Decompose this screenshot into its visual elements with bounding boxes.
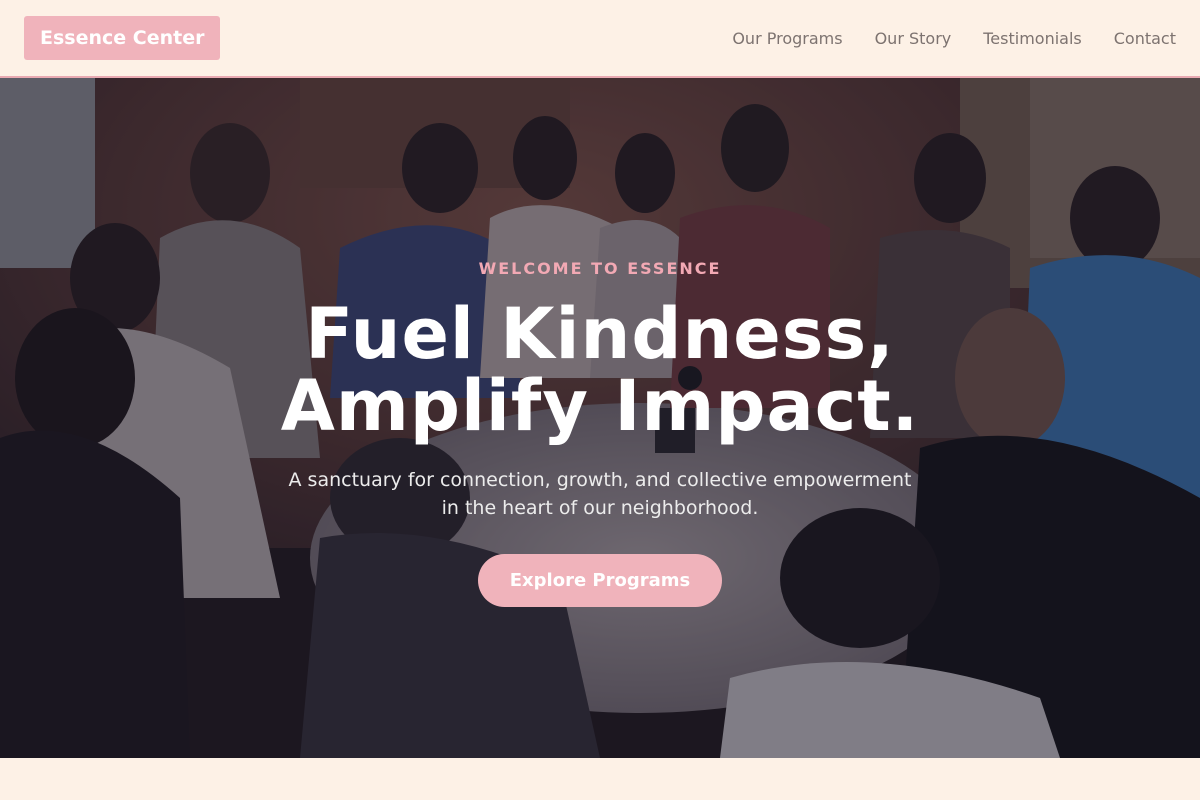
explore-programs-button[interactable]: Explore Programs <box>478 554 722 607</box>
nav-links: Our Programs Our Story Testimonials Cont… <box>732 29 1176 48</box>
nav-link-our-story[interactable]: Our Story <box>875 29 952 48</box>
hero-content: WELCOME TO ESSENCE Fuel Kindness, Amplif… <box>0 78 1200 758</box>
top-navbar: Essence Center Our Programs Our Story Te… <box>0 0 1200 78</box>
brand-logo-button[interactable]: Essence Center <box>24 16 221 60</box>
below-hero-section <box>0 758 1200 800</box>
nav-link-our-programs[interactable]: Our Programs <box>732 29 842 48</box>
hero-section: WELCOME TO ESSENCE Fuel Kindness, Amplif… <box>0 78 1200 758</box>
nav-link-testimonials[interactable]: Testimonials <box>983 29 1082 48</box>
hero-subtext-line-2: in the heart of our neighborhood. <box>441 497 759 519</box>
hero-eyebrow: WELCOME TO ESSENCE <box>478 259 722 278</box>
hero-subtext: A sanctuary for connection, growth, and … <box>260 466 940 522</box>
hero-headline: Fuel Kindness, Amplify Impact. <box>281 298 920 442</box>
hero-headline-line-2: Amplify Impact. <box>280 365 920 447</box>
nav-link-contact[interactable]: Contact <box>1114 29 1176 48</box>
hero-subtext-line-1: A sanctuary for connection, growth, and … <box>288 469 912 491</box>
hero-headline-line-1: Fuel Kindness, <box>305 293 895 375</box>
